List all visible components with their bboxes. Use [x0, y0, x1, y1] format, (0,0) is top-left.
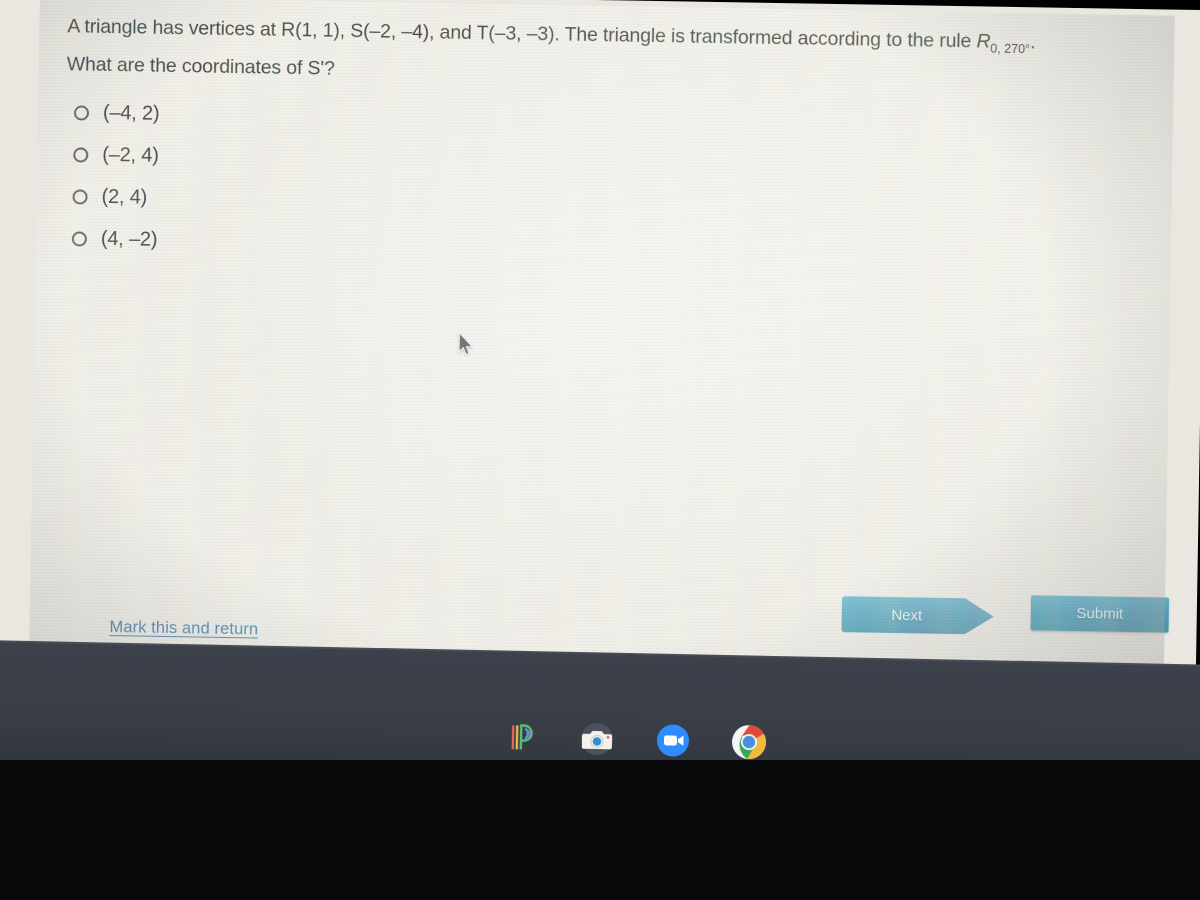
radio-button-icon-a[interactable]	[73, 105, 90, 121]
next-button[interactable]: Next	[841, 596, 994, 635]
camera-icon[interactable]	[576, 718, 619, 761]
answer-option-b[interactable]: (–2, 4)	[73, 143, 159, 167]
zoom-video-icon[interactable]	[652, 719, 695, 762]
screen-scanline-overlay	[28, 0, 1175, 676]
answer-option-a-label: (–4, 2)	[102, 101, 160, 125]
answer-option-d[interactable]: (4, –2)	[71, 227, 158, 251]
answer-option-a[interactable]: (–4, 2)	[73, 101, 160, 125]
photographed-screen: A triangle has vertices at R(1, 1), S(–2…	[0, 0, 1200, 900]
chrome-browser-icon[interactable]	[728, 721, 771, 772]
rotation-rule-subscript: 0, 270°	[990, 41, 1031, 57]
radio-button-icon-d[interactable]	[71, 231, 88, 247]
pearson-p-icon[interactable]	[500, 716, 543, 759]
question-line-1: A triangle has vertices at R(1, 1), S(–2…	[67, 15, 977, 53]
submit-button-label: Submit	[1076, 605, 1124, 623]
mouse-pointer-icon	[458, 331, 475, 357]
question-period: .	[1030, 31, 1036, 54]
rotation-rule-symbol: R	[976, 30, 991, 53]
monitor-screen: A triangle has vertices at R(1, 1), S(–2…	[0, 0, 1200, 691]
quiz-page: A triangle has vertices at R(1, 1), S(–2…	[28, 0, 1175, 676]
radio-button-icon-c[interactable]	[72, 189, 88, 205]
monitor-bezel-bottom	[0, 760, 1200, 900]
photo-vignette	[28, 0, 1175, 676]
answer-option-c-label: (2, 4)	[101, 185, 148, 209]
answer-options-list: (–4, 2) (–2, 4) (2, 4) (4, –2)	[71, 101, 160, 251]
next-button-label: Next	[891, 606, 923, 625]
question-line-2: What are the coordinates of S'?	[66, 53, 335, 80]
answer-option-c[interactable]: (2, 4)	[72, 185, 158, 209]
screen-moire-overlay	[28, 0, 1175, 676]
radio-button-icon-b[interactable]	[73, 147, 89, 163]
question-text: A triangle has vertices at R(1, 1), S(–2…	[67, 11, 1200, 99]
submit-button[interactable]: Submit	[1030, 595, 1170, 633]
answer-option-d-label: (4, –2)	[100, 227, 158, 251]
mark-this-and-return-link[interactable]: Mark this and return	[109, 618, 258, 639]
answer-option-b-label: (–2, 4)	[102, 143, 159, 167]
